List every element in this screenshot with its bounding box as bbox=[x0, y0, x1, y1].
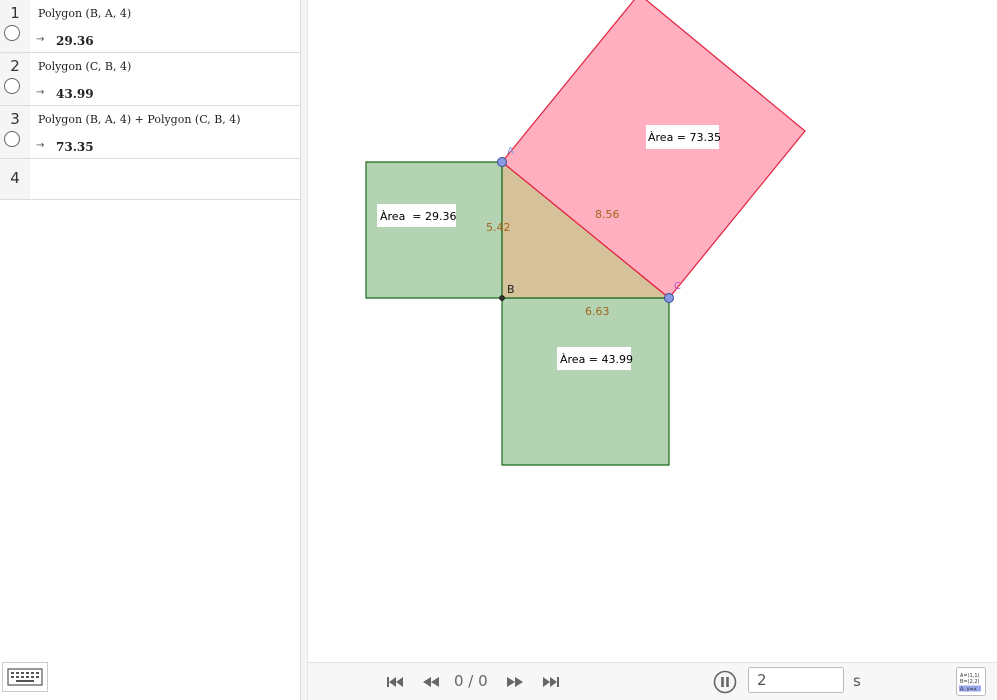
algebra-view: 1 Polygon (B, A, 4) → 29.36 2 Polygon (C… bbox=[0, 0, 300, 700]
first-step-button[interactable] bbox=[384, 671, 406, 693]
pause-button[interactable] bbox=[713, 670, 737, 694]
step-forward-icon bbox=[507, 677, 523, 687]
visibility-toggle[interactable] bbox=[4, 25, 20, 41]
length-label-bc: 6.63 bbox=[585, 305, 610, 318]
point-b[interactable] bbox=[499, 295, 505, 301]
speed-input[interactable] bbox=[748, 667, 844, 693]
pause-icon bbox=[713, 670, 737, 694]
point-c[interactable] bbox=[664, 293, 674, 303]
row-number: 2 bbox=[10, 57, 20, 75]
row-number: 1 bbox=[10, 4, 20, 22]
construction-canvas[interactable]: 5.42 6.63 8.56 Àrea = 29.36 Àrea = 43.99… bbox=[308, 0, 997, 662]
row-value: 43.99 bbox=[56, 87, 94, 101]
algebra-view-toggle-button[interactable]: A=(1,1) B=(2,2) A, y=x bbox=[956, 667, 986, 696]
point-label-a: A bbox=[507, 146, 514, 157]
algebra-view-icon: A=(1,1) B=(2,2) A, y=x bbox=[959, 673, 981, 693]
square-on-bc[interactable] bbox=[501, 297, 670, 466]
keyboard-button[interactable] bbox=[2, 662, 48, 692]
arrow-icon: → bbox=[36, 34, 45, 45]
area-label-bottom: Àrea = 43.99 bbox=[560, 353, 633, 366]
next-step-button[interactable] bbox=[504, 671, 526, 693]
algebra-view-icon-line-2: B=(2,2) bbox=[960, 679, 980, 685]
length-label-ac: 8.56 bbox=[595, 208, 620, 221]
area-label-hyp: Àrea = 73.35 bbox=[648, 131, 721, 144]
row-value: 29.36 bbox=[56, 34, 94, 48]
keyboard-icon bbox=[7, 668, 43, 686]
area-label-left: Àrea = 29.36 bbox=[380, 210, 457, 223]
skip-first-icon bbox=[387, 677, 403, 687]
row-number: 3 bbox=[10, 110, 20, 128]
visibility-toggle[interactable] bbox=[4, 78, 20, 94]
skip-last-icon bbox=[543, 677, 559, 687]
row-definition[interactable]: Polygon (B, A, 4) + Polygon (C, B, 4) bbox=[38, 113, 241, 126]
step-counter: 0 / 0 bbox=[454, 672, 488, 690]
algebra-input-row[interactable]: 4 bbox=[0, 159, 300, 200]
speed-unit: s bbox=[853, 672, 861, 690]
view-divider[interactable] bbox=[300, 0, 308, 700]
animation-toolbar: 0 / 0 s A=(1,1) B=(2,2) A, y=x bbox=[308, 662, 997, 700]
last-step-button[interactable] bbox=[540, 671, 562, 693]
algebra-row-3[interactable]: 3 Polygon (B, A, 4) + Polygon (C, B, 4) … bbox=[0, 106, 300, 159]
graphics-view[interactable]: 5.42 6.63 8.56 Àrea = 29.36 Àrea = 43.99… bbox=[308, 0, 997, 662]
algebra-view-icon-line-3: A, y=x bbox=[960, 687, 977, 693]
arrow-icon: → bbox=[36, 140, 45, 151]
step-back-icon bbox=[423, 677, 439, 687]
row-definition[interactable]: Polygon (B, A, 4) bbox=[38, 7, 131, 20]
point-a[interactable] bbox=[497, 157, 507, 167]
row-value: 73.35 bbox=[56, 140, 94, 154]
row-definition[interactable]: Polygon (C, B, 4) bbox=[38, 60, 131, 73]
arrow-icon: → bbox=[36, 87, 45, 98]
row-number: 4 bbox=[10, 169, 20, 187]
point-label-c: C bbox=[674, 281, 681, 292]
algebra-row-1[interactable]: 1 Polygon (B, A, 4) → 29.36 bbox=[0, 0, 300, 53]
algebra-row-2[interactable]: 2 Polygon (C, B, 4) → 43.99 bbox=[0, 53, 300, 106]
length-label-ab: 5.42 bbox=[486, 221, 511, 234]
point-label-b: B bbox=[507, 283, 515, 296]
previous-step-button[interactable] bbox=[420, 671, 442, 693]
visibility-toggle[interactable] bbox=[4, 131, 20, 147]
square-on-ab[interactable] bbox=[365, 161, 503, 299]
